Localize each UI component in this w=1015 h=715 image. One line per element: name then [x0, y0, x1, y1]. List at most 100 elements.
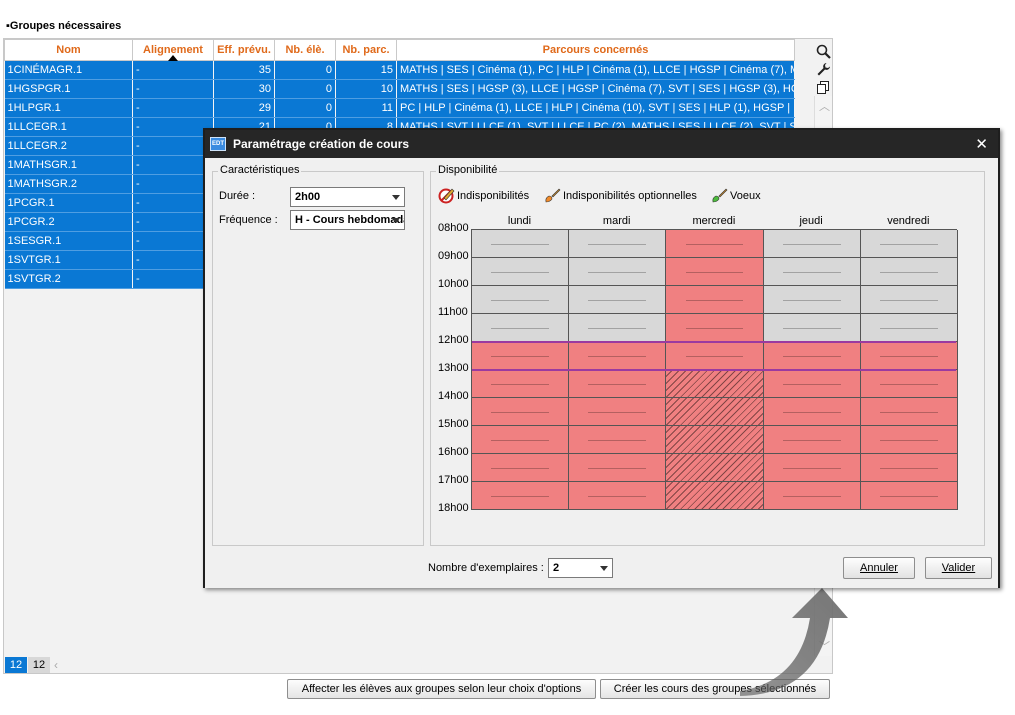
grid-cell[interactable] — [860, 454, 958, 482]
legend-wishes[interactable]: Voeux — [710, 187, 761, 204]
sort-caret-icon — [168, 55, 178, 61]
grid-cell[interactable] — [666, 342, 764, 370]
table-cell-eff: 29 — [213, 98, 275, 118]
hour-label: 13h00 — [438, 362, 469, 374]
search-icon[interactable] — [814, 42, 832, 60]
duration-value: 2h00 — [295, 191, 321, 203]
table-cell-nom: 1HGSPGR.1 — [4, 79, 133, 99]
table-cell-parcours: PC | HLP | Cinéma (1), LLCE | HLP | Ciné… — [396, 98, 795, 118]
grid-cell[interactable] — [472, 482, 570, 510]
hour-label: 11h00 — [438, 306, 468, 318]
grid-cell[interactable] — [860, 370, 958, 398]
grid-cell[interactable] — [569, 426, 667, 454]
wrench-icon[interactable] — [814, 60, 832, 78]
duration-select[interactable]: 2h00 — [290, 187, 405, 207]
grid-cell[interactable] — [860, 230, 958, 258]
grid-cell[interactable] — [763, 370, 861, 398]
grid-cell[interactable] — [763, 314, 861, 342]
grid-cell[interactable] — [860, 258, 958, 286]
grid-cell[interactable] — [569, 482, 667, 510]
column-header[interactable]: Alignement — [132, 39, 214, 61]
grid-cell[interactable] — [666, 286, 764, 314]
grid-cell[interactable] — [763, 454, 861, 482]
frequency-label: Fréquence : — [219, 214, 278, 226]
table-cell-nom: 1PCGR.2 — [4, 212, 133, 232]
table-header-row: Nom Alignement Eff. prévu. Nb. élè. Nb. parc… — [4, 39, 795, 61]
grid-cell[interactable] — [569, 398, 667, 426]
grid-cell[interactable] — [472, 370, 570, 398]
grid-cell[interactable] — [763, 426, 861, 454]
grid-cell[interactable] — [472, 258, 570, 286]
day-header: jeudi — [799, 215, 823, 227]
table-row[interactable]: 1HLPGR.1-29 0 11 PC | HLP | Cinéma (1), LLC… — [4, 98, 795, 118]
table-row[interactable]: 1CINÉMAGR.1-35 0 15 MATHS | SES | Cinéma (1… — [4, 60, 795, 80]
close-icon[interactable]: ✕ — [975, 135, 988, 153]
pager-total[interactable]: 12 — [28, 657, 50, 673]
grid-cell[interactable] — [860, 426, 958, 454]
grid-cell[interactable] — [472, 230, 570, 258]
table-cell-nbele: 0 — [274, 79, 336, 99]
grid-cell[interactable] — [666, 398, 764, 426]
grid-cell[interactable] — [569, 230, 667, 258]
pager-selected[interactable]: 12 — [5, 657, 27, 673]
grid-cell[interactable] — [860, 342, 958, 370]
grid-cell[interactable] — [860, 482, 958, 510]
chevron-left-icon[interactable]: ‹ — [54, 658, 58, 672]
grid-cell[interactable] — [763, 286, 861, 314]
grid-cell[interactable] — [472, 286, 570, 314]
grid-cell[interactable] — [763, 482, 861, 510]
grid-cell[interactable] — [860, 286, 958, 314]
grid-cell[interactable] — [569, 258, 667, 286]
chevron-down-icon — [600, 566, 608, 571]
grid-cell[interactable] — [666, 258, 764, 286]
grid-cell[interactable] — [472, 342, 570, 370]
chevron-down-icon — [392, 195, 400, 200]
duration-label: Durée : — [219, 190, 256, 202]
grid-cell[interactable] — [763, 258, 861, 286]
grid-cell[interactable] — [472, 314, 570, 342]
grid-cell[interactable] — [666, 370, 764, 398]
grid-cell[interactable] — [860, 314, 958, 342]
grid-cell[interactable] — [666, 426, 764, 454]
assign-students-button[interactable]: Affecter les élèves aux groupes selon le… — [287, 679, 596, 699]
frequency-select[interactable]: H - Cours hebdomadaire — [290, 210, 405, 230]
grid-cell[interactable] — [666, 314, 764, 342]
grid-cell[interactable] — [666, 482, 764, 510]
section-title: ▪Groupes nécessaires — [6, 20, 122, 32]
validate-label: Valider — [941, 562, 976, 574]
legend-unavailable[interactable]: Indisponibilités — [437, 187, 529, 204]
availability-grid[interactable] — [471, 229, 958, 510]
lunch-break-line — [472, 341, 956, 343]
grid-cell[interactable] — [569, 342, 667, 370]
grid-cell[interactable] — [569, 454, 667, 482]
grid-cell[interactable] — [860, 398, 958, 426]
grid-cell[interactable] — [666, 454, 764, 482]
grid-cell[interactable] — [569, 370, 667, 398]
column-header[interactable]: Nb. élè. — [274, 39, 336, 61]
legend-optional-unavailable[interactable]: Indisponibilités optionnelles — [543, 187, 697, 204]
scroll-up-icon[interactable]: ︿ — [819, 98, 830, 114]
grid-cell[interactable] — [472, 398, 570, 426]
column-header[interactable]: Parcours concernés — [396, 39, 795, 61]
grid-cell[interactable] — [472, 454, 570, 482]
column-header[interactable]: Nom — [4, 39, 133, 61]
grid-cell[interactable] — [763, 398, 861, 426]
grid-cell[interactable] — [472, 426, 570, 454]
eraser-pencil-icon — [438, 188, 455, 204]
column-header[interactable]: Eff. prévu. — [213, 39, 275, 61]
grid-cell[interactable] — [666, 230, 764, 258]
table-row[interactable]: 1HGSPGR.1-30 0 10 MATHS | SES | HGSP (3), L… — [4, 79, 795, 99]
cancel-button[interactable]: Annuler — [843, 557, 915, 579]
hour-label: 17h00 — [438, 474, 469, 486]
column-header[interactable]: Nb. parc. — [335, 39, 397, 61]
hour-label: 16h00 — [438, 446, 469, 458]
grid-cell[interactable] — [569, 286, 667, 314]
grid-cell[interactable] — [569, 314, 667, 342]
copies-select[interactable]: 2 — [548, 558, 613, 578]
validate-button[interactable]: Valider — [925, 557, 992, 579]
copy-icon[interactable] — [814, 78, 832, 96]
table-cell-parcours: MATHS | SES | HGSP (3), LLCE | HGSP | Ci… — [396, 79, 795, 99]
grid-cell[interactable] — [763, 230, 861, 258]
grid-cell[interactable] — [763, 342, 861, 370]
hour-label: 08h00 — [438, 222, 469, 234]
